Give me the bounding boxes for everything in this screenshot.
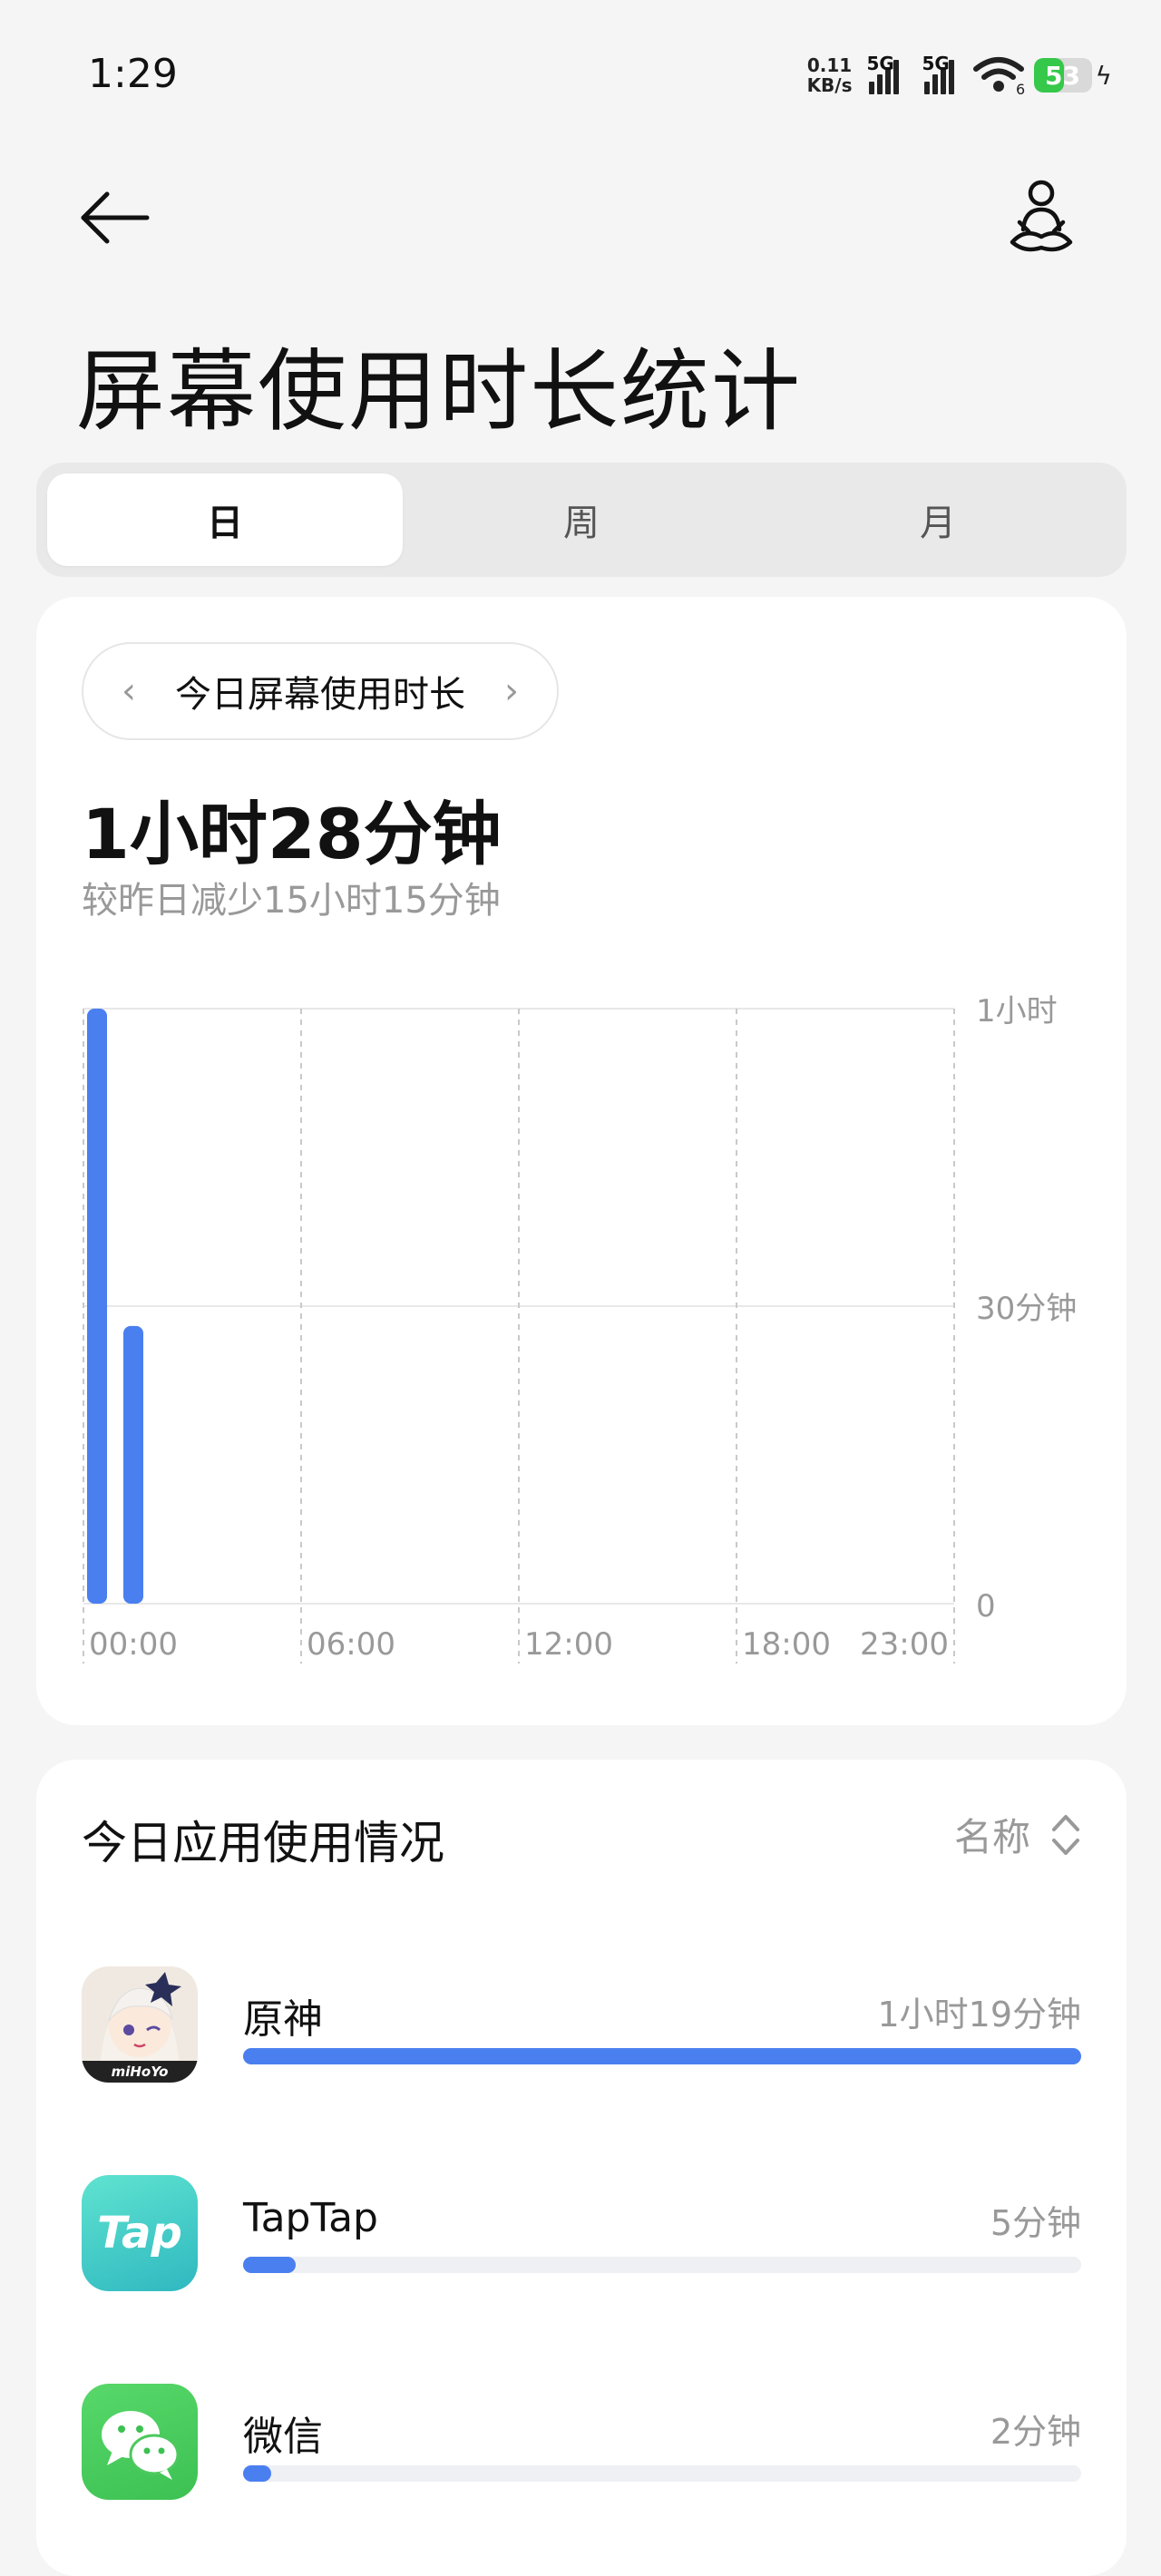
tab-month[interactable]: 月 [760,473,1116,566]
network-speed-unit: KB/s [806,74,853,96]
wechat-app-icon [82,2384,198,2500]
page-title: 屏幕使用时长统计 [76,340,803,444]
battery-level: 53 [1045,60,1080,91]
arrow-left-icon [81,191,150,244]
sim2-label: 5G [922,53,950,74]
genshin-app-icon: miHoYo [82,1966,198,2083]
signal-sim2-icon: 5G [922,53,954,94]
app-name: 原神 [243,1996,323,2043]
app-row-genshin[interactable]: miHoYo 原神 1小时19分钟 [82,1966,1081,2084]
back-button[interactable] [76,186,152,249]
sort-updown-icon [1050,1811,1081,1859]
status-time: 1:29 [88,51,178,97]
x-tick-label: 18:00 [742,1626,831,1663]
mindful-mode-button[interactable] [1007,177,1076,259]
sim1-label: 5G [866,53,894,74]
app-row-taptap[interactable]: Tap TapTap 5分钟 [82,2175,1081,2293]
chart-bar [123,1325,143,1604]
charging-bolt-icon: ϟ [1095,60,1112,91]
taptap-app-icon: Tap [82,2175,198,2291]
x-tick-label: 23:00 [860,1626,949,1663]
status-icons: 0.11 KB/s 5G 5G 6 53 ϟ [807,51,1112,100]
network-speed-value: 0.11 [806,54,853,76]
app-name: 微信 [243,2414,323,2460]
wifi-icon: 6 [972,57,1025,94]
battery-indicator: 53 ϟ [1033,58,1112,93]
x-tick-label: 06:00 [307,1626,395,1663]
usage-progress-fill [243,2465,272,2482]
x-tick-label: 00:00 [89,1626,178,1663]
usage-summary-card: ‹ 今日屏幕使用时长 › 1小时28分钟 较昨日减少15小时15分钟 1小时 30… [36,597,1127,1725]
meditation-user-icon [1010,180,1073,252]
network-speed: 0.11 KB/s [807,55,853,95]
sort-label: 名称 [953,1815,1030,1859]
y-tick-label: 1小时 [976,993,1058,1029]
app-duration: 2分钟 [990,2412,1081,2452]
period-tabs: 日 周 月 [36,463,1127,577]
x-tick-label: 12:00 [524,1626,613,1663]
app-duration: 1小时19分钟 [877,1995,1081,2034]
wifi-label: 6 [1016,81,1025,94]
app-usage-card: 今日应用使用情况 名称 miHoYo 原神 1小时19分钟 Tap TapTap… [36,1760,1127,2576]
usage-progress-fill [243,2257,297,2273]
app-duration: 5分钟 [990,2203,1081,2243]
usage-progress-fill [243,2048,1081,2064]
y-tick-label: 30分钟 [976,1291,1077,1327]
svg-text:miHoYo: miHoYo [112,2064,169,2080]
tab-week[interactable]: 周 [404,473,759,566]
app-row-wechat[interactable]: 微信 2分钟 [82,2384,1081,2502]
svg-text:Tap: Tap [97,2208,182,2259]
usage-progress-track [243,2048,1081,2064]
tab-day[interactable]: 日 [47,473,403,566]
signal-sim1-icon: 5G [866,53,899,94]
usage-progress-track [243,2465,1081,2482]
chart-bar [87,1009,107,1604]
usage-bar-chart: 1小时 30分钟 0 00:00 06:00 12:00 18:00 23:00 [83,993,1077,1664]
app-name: TapTap [243,2195,378,2241]
y-tick-label: 0 [976,1588,996,1625]
sort-button[interactable]: 名称 [954,1807,1081,1862]
section-title: 今日应用使用情况 [82,1817,444,1869]
usage-progress-track [243,2257,1081,2273]
